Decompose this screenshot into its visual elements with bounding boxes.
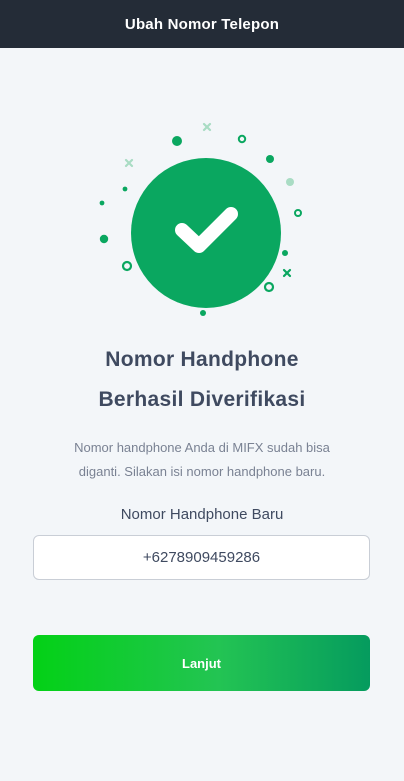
success-description-line2: diganti. Silakan isi nomor handphone bar… <box>78 464 326 479</box>
success-description: Nomor handphone Anda di MIFX sudah bisa … <box>30 436 374 484</box>
phone-input[interactable] <box>33 535 370 580</box>
dot-icon <box>99 234 109 244</box>
success-description-line1: Nomor handphone Anda di MIFX sudah bisa <box>74 440 330 455</box>
success-title-line2: Berhasil Diverifikasi <box>98 388 306 411</box>
phone-field-label: Nomor Handphone Baru <box>120 506 284 523</box>
dot-icon <box>172 136 182 146</box>
cross-icon <box>124 158 134 168</box>
success-title-line1: Nomor Handphone <box>105 348 299 371</box>
dot-icon <box>200 310 206 316</box>
top-bar: Ubah Nomor Telepon <box>0 0 404 48</box>
page-title: Ubah Nomor Telepon <box>124 15 280 33</box>
ring-icon <box>294 209 302 217</box>
ring-icon <box>121 260 133 272</box>
next-button[interactable]: Lanjut <box>33 635 370 691</box>
dot-icon <box>282 250 288 256</box>
ring-icon <box>237 134 247 144</box>
dot-icon <box>286 178 294 186</box>
success-illustration <box>99 122 302 316</box>
dot-icon <box>266 155 274 163</box>
ring-icon <box>263 281 275 293</box>
cross-icon <box>282 268 292 278</box>
dot-icon <box>99 200 105 206</box>
success-title: Nomor Handphone Berhasil Diverifikasi <box>0 340 404 420</box>
cross-icon <box>202 122 212 132</box>
dot-icon <box>122 186 128 192</box>
